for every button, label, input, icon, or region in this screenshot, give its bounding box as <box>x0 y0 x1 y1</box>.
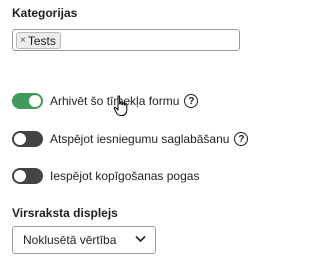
toggle-knob <box>14 133 26 145</box>
header-display-value: Noklusētā vērtība <box>23 233 117 247</box>
chevron-down-icon <box>135 235 146 243</box>
sharing-buttons-toggle[interactable] <box>12 168 43 184</box>
tag-chip-label: Tests <box>27 33 56 48</box>
categories-tag-input[interactable]: × Tests <box>12 29 240 51</box>
header-display-label: Virsraksta displejs <box>12 206 118 220</box>
toggle-knob <box>14 170 26 182</box>
disable-saving-toggle[interactable] <box>12 131 43 147</box>
question-circle-icon[interactable]: ? <box>184 94 199 108</box>
toggle-row-sharing-buttons: Iespējot kopīgošanas pogas <box>12 168 199 184</box>
header-display-select[interactable]: Noklusētā vērtība <box>12 226 156 254</box>
toggle-row-disable-saving: Atspējot iesniegumu saglabāšanu ? <box>12 131 249 147</box>
question-circle-icon[interactable]: ? <box>234 132 249 146</box>
categories-label: Kategorijas <box>12 6 78 20</box>
close-icon[interactable]: × <box>20 35 26 46</box>
hand-pointer-cursor <box>113 95 128 116</box>
archive-form-toggle[interactable] <box>12 93 43 109</box>
sharing-buttons-label: Iespējot kopīgošanas pogas <box>50 169 200 183</box>
tag-chip: × Tests <box>16 32 61 49</box>
toggle-knob <box>29 95 41 107</box>
disable-saving-label: Atspējot iesniegumu saglabāšanu <box>50 132 230 146</box>
toggle-row-archive-form: Arhivēt šo tīmekļa formu ? <box>12 93 199 109</box>
